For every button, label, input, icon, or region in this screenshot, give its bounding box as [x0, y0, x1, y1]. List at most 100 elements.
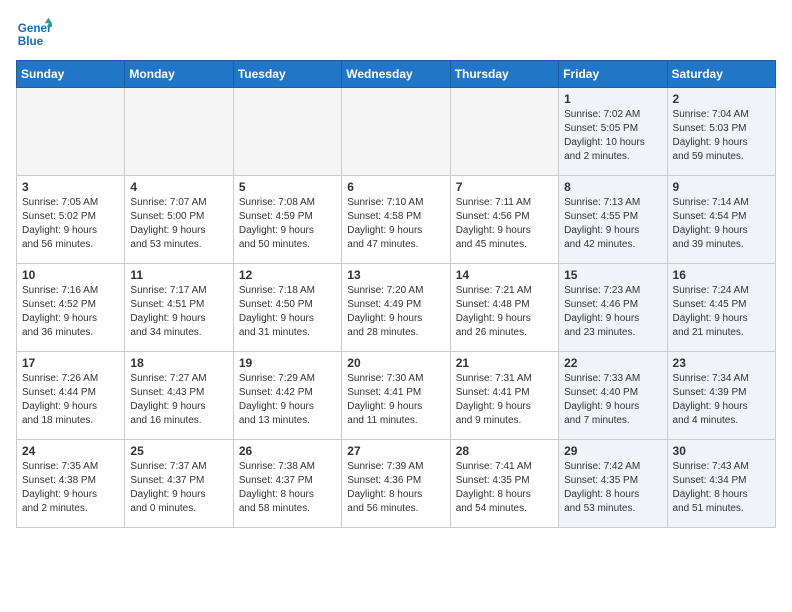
day-info: Sunrise: 7:29 AM Sunset: 4:42 PM Dayligh… — [239, 372, 336, 428]
calendar-cell: 16 Sunrise: 7:24 AM Sunset: 4:45 PM Dayli… — [667, 264, 775, 352]
calendar-table: SundayMondayTuesdayWednesdayThursdayFrid… — [16, 60, 776, 528]
calendar-cell: 22 Sunrise: 7:33 AM Sunset: 4:40 PM Dayli… — [559, 352, 667, 440]
day-info: Sunrise: 7:43 AM Sunset: 4:34 PM Dayligh… — [673, 460, 770, 516]
svg-text:Blue: Blue — [18, 35, 44, 48]
day-number: 9 — [673, 180, 770, 194]
day-number: 24 — [22, 444, 119, 458]
day-info: Sunrise: 7:11 AM Sunset: 4:56 PM Dayligh… — [456, 196, 553, 252]
day-info: Sunrise: 7:08 AM Sunset: 4:59 PM Dayligh… — [239, 196, 336, 252]
calendar-cell: 6 Sunrise: 7:10 AM Sunset: 4:58 PM Daylig… — [342, 176, 450, 264]
day-number: 11 — [130, 268, 227, 282]
day-info: Sunrise: 7:41 AM Sunset: 4:35 PM Dayligh… — [456, 460, 553, 516]
day-number: 21 — [456, 356, 553, 370]
day-info: Sunrise: 7:35 AM Sunset: 4:38 PM Dayligh… — [22, 460, 119, 516]
calendar-cell — [233, 88, 341, 176]
day-info: Sunrise: 7:07 AM Sunset: 5:00 PM Dayligh… — [130, 196, 227, 252]
day-info: Sunrise: 7:33 AM Sunset: 4:40 PM Dayligh… — [564, 372, 661, 428]
week-row-3: 17 Sunrise: 7:26 AM Sunset: 4:44 PM Dayli… — [17, 352, 776, 440]
calendar-header-row: SundayMondayTuesdayWednesdayThursdayFrid… — [17, 61, 776, 88]
logo: General Blue — [16, 16, 56, 52]
day-number: 7 — [456, 180, 553, 194]
calendar-cell: 7 Sunrise: 7:11 AM Sunset: 4:56 PM Daylig… — [450, 176, 558, 264]
day-number: 28 — [456, 444, 553, 458]
day-number: 1 — [564, 92, 661, 106]
day-number: 13 — [347, 268, 444, 282]
logo-icon: General Blue — [16, 16, 52, 52]
calendar-cell — [125, 88, 233, 176]
calendar-cell: 30 Sunrise: 7:43 AM Sunset: 4:34 PM Dayli… — [667, 440, 775, 528]
day-info: Sunrise: 7:24 AM Sunset: 4:45 PM Dayligh… — [673, 284, 770, 340]
week-row-0: 1Sunrise: 7:02 AM Sunset: 5:05 PM Daylig… — [17, 88, 776, 176]
page-header: General Blue — [16, 16, 776, 52]
calendar-cell: 3Sunrise: 7:05 AM Sunset: 5:02 PM Daylig… — [17, 176, 125, 264]
header-tuesday: Tuesday — [233, 61, 341, 88]
calendar-cell: 26 Sunrise: 7:38 AM Sunset: 4:37 PM Dayli… — [233, 440, 341, 528]
header-monday: Monday — [125, 61, 233, 88]
day-number: 4 — [130, 180, 227, 194]
day-number: 22 — [564, 356, 661, 370]
day-info: Sunrise: 7:38 AM Sunset: 4:37 PM Dayligh… — [239, 460, 336, 516]
day-number: 26 — [239, 444, 336, 458]
day-number: 10 — [22, 268, 119, 282]
day-number: 15 — [564, 268, 661, 282]
calendar-cell: 23Sunrise: 7:34 AM Sunset: 4:39 PM Dayli… — [667, 352, 775, 440]
calendar-cell: 20Sunrise: 7:30 AM Sunset: 4:41 PM Dayli… — [342, 352, 450, 440]
calendar-cell: 25 Sunrise: 7:37 AM Sunset: 4:37 PM Dayli… — [125, 440, 233, 528]
day-info: Sunrise: 7:20 AM Sunset: 4:49 PM Dayligh… — [347, 284, 444, 340]
day-info: Sunrise: 7:39 AM Sunset: 4:36 PM Dayligh… — [347, 460, 444, 516]
day-number: 5 — [239, 180, 336, 194]
calendar-body: 1Sunrise: 7:02 AM Sunset: 5:05 PM Daylig… — [17, 88, 776, 528]
calendar-cell: 10 Sunrise: 7:16 AM Sunset: 4:52 PM Dayli… — [17, 264, 125, 352]
day-number: 30 — [673, 444, 770, 458]
calendar-cell: 17 Sunrise: 7:26 AM Sunset: 4:44 PM Dayli… — [17, 352, 125, 440]
day-info: Sunrise: 7:26 AM Sunset: 4:44 PM Dayligh… — [22, 372, 119, 428]
calendar-cell: 4 Sunrise: 7:07 AM Sunset: 5:00 PM Daylig… — [125, 176, 233, 264]
calendar-cell: 1Sunrise: 7:02 AM Sunset: 5:05 PM Daylig… — [559, 88, 667, 176]
header-wednesday: Wednesday — [342, 61, 450, 88]
calendar-cell: 11 Sunrise: 7:17 AM Sunset: 4:51 PM Dayli… — [125, 264, 233, 352]
week-row-4: 24 Sunrise: 7:35 AM Sunset: 4:38 PM Dayli… — [17, 440, 776, 528]
day-info: Sunrise: 7:14 AM Sunset: 4:54 PM Dayligh… — [673, 196, 770, 252]
week-row-2: 10 Sunrise: 7:16 AM Sunset: 4:52 PM Dayli… — [17, 264, 776, 352]
day-info: Sunrise: 7:42 AM Sunset: 4:35 PM Dayligh… — [564, 460, 661, 516]
day-info: Sunrise: 7:30 AM Sunset: 4:41 PM Dayligh… — [347, 372, 444, 428]
day-info: Sunrise: 7:37 AM Sunset: 4:37 PM Dayligh… — [130, 460, 227, 516]
calendar-cell — [17, 88, 125, 176]
day-number: 16 — [673, 268, 770, 282]
day-number: 8 — [564, 180, 661, 194]
calendar-cell: 27Sunrise: 7:39 AM Sunset: 4:36 PM Dayli… — [342, 440, 450, 528]
calendar-cell: 29Sunrise: 7:42 AM Sunset: 4:35 PM Dayli… — [559, 440, 667, 528]
calendar-cell: 21 Sunrise: 7:31 AM Sunset: 4:41 PM Dayli… — [450, 352, 558, 440]
day-info: Sunrise: 7:18 AM Sunset: 4:50 PM Dayligh… — [239, 284, 336, 340]
header-saturday: Saturday — [667, 61, 775, 88]
calendar-cell: 19 Sunrise: 7:29 AM Sunset: 4:42 PM Dayli… — [233, 352, 341, 440]
day-number: 18 — [130, 356, 227, 370]
calendar-cell: 2 Sunrise: 7:04 AM Sunset: 5:03 PM Daylig… — [667, 88, 775, 176]
day-info: Sunrise: 7:34 AM Sunset: 4:39 PM Dayligh… — [673, 372, 770, 428]
calendar-cell: 13 Sunrise: 7:20 AM Sunset: 4:49 PM Dayli… — [342, 264, 450, 352]
day-number: 25 — [130, 444, 227, 458]
calendar-cell: 24 Sunrise: 7:35 AM Sunset: 4:38 PM Dayli… — [17, 440, 125, 528]
day-number: 2 — [673, 92, 770, 106]
day-number: 6 — [347, 180, 444, 194]
day-info: Sunrise: 7:04 AM Sunset: 5:03 PM Dayligh… — [673, 108, 770, 164]
calendar-cell — [450, 88, 558, 176]
calendar-cell: 18Sunrise: 7:27 AM Sunset: 4:43 PM Dayli… — [125, 352, 233, 440]
day-info: Sunrise: 7:16 AM Sunset: 4:52 PM Dayligh… — [22, 284, 119, 340]
calendar-cell: 12Sunrise: 7:18 AM Sunset: 4:50 PM Dayli… — [233, 264, 341, 352]
day-info: Sunrise: 7:10 AM Sunset: 4:58 PM Dayligh… — [347, 196, 444, 252]
day-number: 3 — [22, 180, 119, 194]
day-number: 14 — [456, 268, 553, 282]
svg-text:General: General — [18, 22, 52, 35]
calendar-cell — [342, 88, 450, 176]
day-number: 17 — [22, 356, 119, 370]
day-info: Sunrise: 7:17 AM Sunset: 4:51 PM Dayligh… — [130, 284, 227, 340]
header-thursday: Thursday — [450, 61, 558, 88]
header-sunday: Sunday — [17, 61, 125, 88]
calendar-cell: 9 Sunrise: 7:14 AM Sunset: 4:54 PM Daylig… — [667, 176, 775, 264]
header-friday: Friday — [559, 61, 667, 88]
day-info: Sunrise: 7:13 AM Sunset: 4:55 PM Dayligh… — [564, 196, 661, 252]
day-number: 19 — [239, 356, 336, 370]
week-row-1: 3Sunrise: 7:05 AM Sunset: 5:02 PM Daylig… — [17, 176, 776, 264]
day-info: Sunrise: 7:31 AM Sunset: 4:41 PM Dayligh… — [456, 372, 553, 428]
